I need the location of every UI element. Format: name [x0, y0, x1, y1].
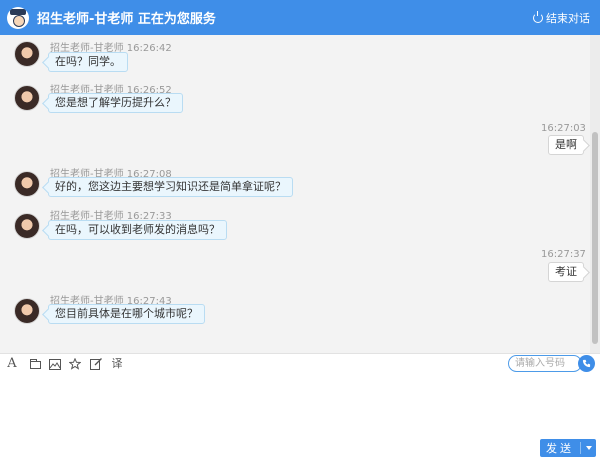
- message-time: 16:26:42: [126, 43, 172, 54]
- send-options-dropdown[interactable]: [581, 446, 596, 450]
- teacher-avatar: [14, 171, 40, 197]
- phone-entry: [508, 355, 595, 373]
- send-label: 发送: [546, 442, 574, 455]
- image-icon[interactable]: [49, 358, 61, 370]
- message-bubble: 好的，您这边主要想学习知识还是简单拿证呢？: [48, 177, 293, 197]
- edit-icon[interactable]: [90, 358, 102, 370]
- teacher-avatar-logo-icon: [7, 6, 29, 29]
- end-chat-button[interactable]: 结束对话: [533, 10, 590, 26]
- message-bubble: 在吗？同学。: [48, 52, 128, 72]
- star-icon[interactable]: [69, 358, 81, 370]
- chevron-down-icon: [585, 446, 592, 450]
- message-bubble: 考证: [548, 262, 584, 282]
- message-bubble: 是啊: [548, 135, 584, 155]
- folder-icon[interactable]: [29, 358, 41, 370]
- scrollbar-thumb[interactable]: [592, 132, 598, 344]
- teacher-avatar: [14, 298, 40, 324]
- message-bubble: 在吗，可以收到老师发的消息吗？: [48, 220, 227, 240]
- message-input[interactable]: [0, 374, 600, 436]
- font-icon[interactable]: A: [6, 357, 18, 370]
- message-composer: [0, 374, 600, 460]
- translate-icon[interactable]: 译: [111, 358, 123, 370]
- message-time: 16:27:03: [541, 123, 586, 134]
- phone-icon: [582, 359, 591, 368]
- teacher-avatar: [14, 213, 40, 239]
- message-bubble: 您是想了解学历提升么？: [48, 93, 183, 113]
- phone-input[interactable]: [508, 355, 582, 372]
- end-chat-label: 结束对话: [546, 12, 590, 25]
- teacher-avatar: [14, 41, 40, 67]
- phone-submit-button[interactable]: [578, 355, 595, 372]
- message-time: 16:27:37: [541, 249, 586, 260]
- chat-history[interactable]: 招生老师-甘老师 16:26:42 在吗？同学。 招生老师-甘老师 16:26:…: [0, 35, 590, 353]
- chat-title: 招生老师-甘老师 正在为您服务: [37, 12, 216, 27]
- power-icon: [533, 11, 543, 23]
- send-button[interactable]: 发送: [540, 439, 596, 457]
- teacher-avatar: [14, 85, 40, 111]
- message-bubble: 您目前具体是在哪个城市呢？: [48, 304, 205, 324]
- title-bar: 招生老师-甘老师 正在为您服务 结束对话: [0, 0, 600, 35]
- chat-scrollbar[interactable]: [590, 35, 600, 353]
